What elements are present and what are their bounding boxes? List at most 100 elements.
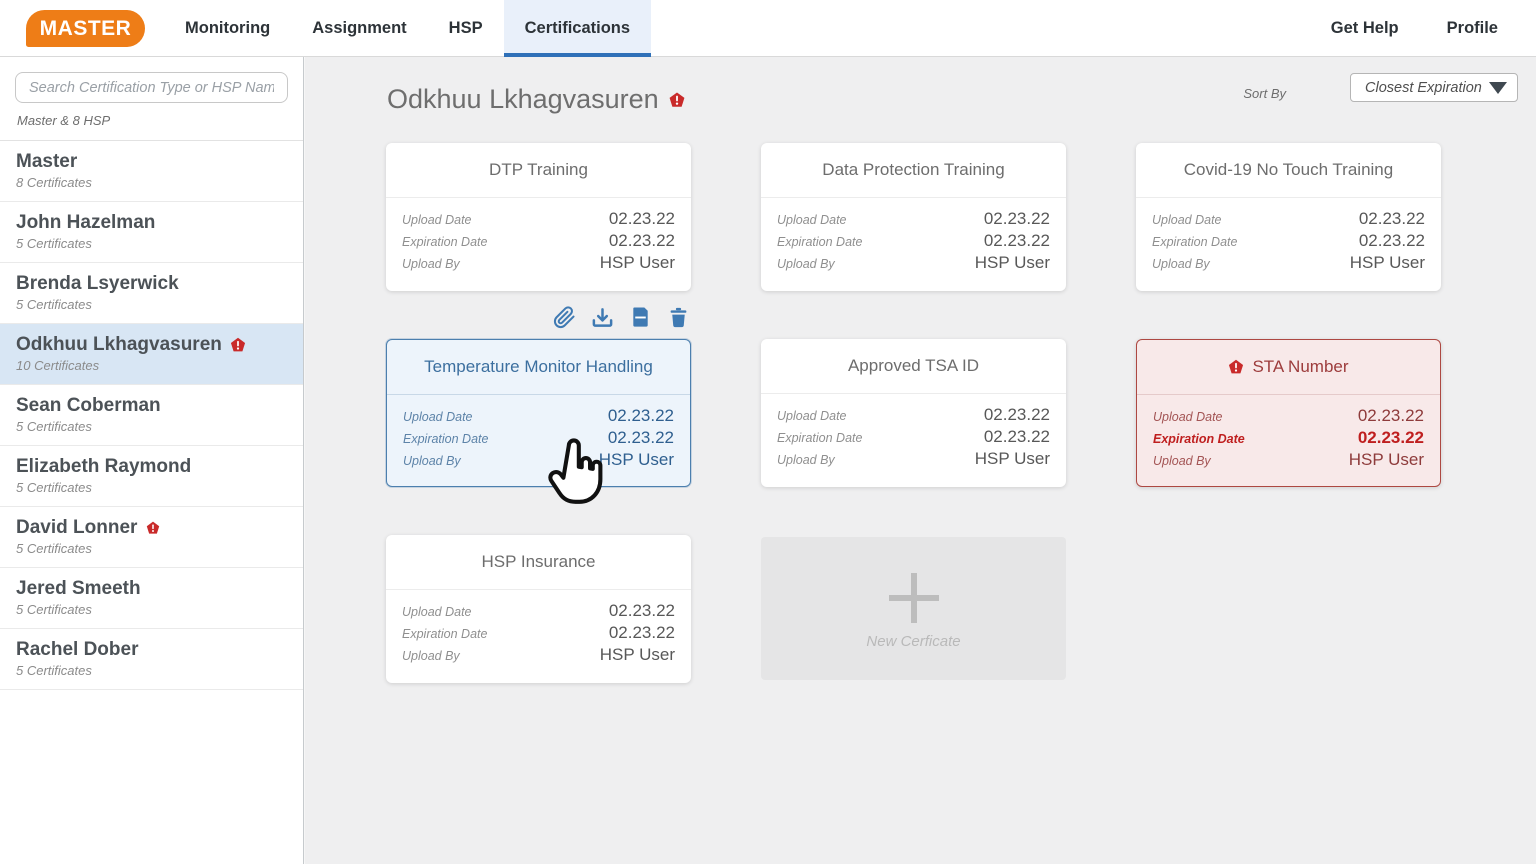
- upload-date-value: 02.23.22: [984, 405, 1050, 425]
- upload-date-label: Upload Date: [1153, 410, 1223, 424]
- card-covid19-no-touch-training[interactable]: Covid-19 No Touch Training Upload Date 02…: [1136, 143, 1441, 291]
- search-wrap: [0, 57, 303, 110]
- chevron-down-icon: [1489, 82, 1507, 94]
- search-input[interactable]: [15, 72, 288, 103]
- card-temperature-monitor-handling[interactable]: Temperature Monitor Handling Upload Date…: [386, 339, 691, 487]
- sidebar-item-name: Sean Coberman: [16, 395, 161, 417]
- sidebar-item-count: 5 Certificates: [16, 419, 287, 434]
- sidebar-item-name: John Hazelman: [16, 212, 155, 234]
- sidebar-item-jered-smeeth[interactable]: Jered Smeeth 5 Certificates: [0, 568, 303, 629]
- hsp-sidebar: Master & 8 HSP Master 8 Certificates Joh…: [0, 57, 304, 864]
- profile-link[interactable]: Profile: [1447, 19, 1498, 38]
- expiration-date-value: 02.23.22: [1359, 231, 1425, 251]
- expiration-date-value: 02.23.22: [608, 428, 674, 448]
- card-dtp-training[interactable]: DTP Training Upload Date 02.23.22 Expirat…: [386, 143, 691, 291]
- sidebar-item-count: 10 Certificates: [16, 358, 287, 373]
- upload-by-label: Upload By: [777, 453, 835, 467]
- upload-by-value: HSP User: [1349, 450, 1424, 470]
- upload-date-label: Upload Date: [402, 605, 472, 619]
- sidebar-item-elizabeth-raymond[interactable]: Elizabeth Raymond 5 Certificates: [0, 446, 303, 507]
- top-nav-bar: MASTER Monitoring Assignment HSP Certifi…: [0, 0, 1536, 57]
- upload-by-value: HSP User: [599, 450, 674, 470]
- expiration-date-label: Expiration Date: [402, 627, 487, 641]
- sidebar-caption: Master & 8 HSP: [0, 110, 303, 141]
- card-title: Temperature Monitor Handling: [387, 340, 690, 395]
- sidebar-item-count: 8 Certificates: [16, 175, 287, 190]
- card-approved-tsa-id[interactable]: Approved TSA ID Upload Date02.23.22 Expi…: [761, 339, 1066, 487]
- upload-by-value: HSP User: [975, 449, 1050, 469]
- card-sta-number[interactable]: STA Number Upload Date 02.23.22 Expiratio…: [1136, 339, 1441, 487]
- upload-by-label: Upload By: [403, 454, 461, 468]
- upload-date-value: 02.23.22: [984, 209, 1050, 229]
- card-title: HSP Insurance: [386, 535, 691, 590]
- new-certificate-button[interactable]: New Cerficate: [761, 537, 1066, 680]
- primary-nav: Monitoring Assignment HSP Certifications: [164, 0, 651, 57]
- sidebar-item-name: Brenda Lsyerwick: [16, 273, 179, 295]
- secondary-nav: Get Help Profile: [1331, 0, 1498, 57]
- certification-cards-grid: DTP Training Upload Date 02.23.22 Expirat…: [386, 143, 1441, 683]
- expiration-date-label: Expiration Date: [777, 431, 862, 445]
- expiration-date-value: 02.23.22: [984, 231, 1050, 251]
- expiration-date-label: Expiration Date: [777, 235, 862, 249]
- nav-item-assignment[interactable]: Assignment: [291, 0, 427, 57]
- sidebar-item-count: 5 Certificates: [16, 297, 287, 312]
- plus-icon: [883, 567, 945, 629]
- upload-date-label: Upload Date: [403, 410, 473, 424]
- upload-by-value: HSP User: [975, 253, 1050, 273]
- expiration-date-value: 02.23.22: [609, 623, 675, 643]
- upload-date-value: 02.23.22: [1359, 209, 1425, 229]
- upload-date-value: 02.23.22: [609, 601, 675, 621]
- sidebar-item-name: Odkhuu Lkhagvasuren: [16, 334, 222, 356]
- new-certificate-label: New Cerficate: [866, 633, 960, 650]
- nav-item-certifications[interactable]: Certifications: [504, 0, 651, 57]
- sidebar-item-count: 5 Certificates: [16, 541, 287, 556]
- upload-by-value: HSP User: [1350, 253, 1425, 273]
- upload-date-value: 02.23.22: [608, 406, 674, 426]
- alert-pentagon-icon: [146, 521, 160, 535]
- page-title-text: Odkhuu Lkhagvasuren: [387, 84, 659, 115]
- page-title: Odkhuu Lkhagvasuren: [387, 84, 685, 115]
- nav-item-hsp[interactable]: HSP: [428, 0, 504, 57]
- sidebar-item-rachel-dober[interactable]: Rachel Dober 5 Certificates: [0, 629, 303, 690]
- card-title: STA Number: [1137, 340, 1440, 395]
- sidebar-item-brenda-lsyerwick[interactable]: Brenda Lsyerwick 5 Certificates: [0, 263, 303, 324]
- sidebar-item-name: Jered Smeeth: [16, 578, 141, 600]
- sidebar-item-david-lonner[interactable]: David Lonner 5 Certificates: [0, 507, 303, 568]
- expiration-date-value: 02.23.22: [609, 231, 675, 251]
- upload-by-label: Upload By: [777, 257, 835, 271]
- sidebar-item-odkhuu-lkhagvasuren[interactable]: Odkhuu Lkhagvasuren 10 Certificates: [0, 324, 303, 385]
- card-hsp-insurance[interactable]: HSP Insurance Upload Date 02.23.22 Expira…: [386, 535, 691, 683]
- sort-dropdown[interactable]: Closest Expiration: [1350, 73, 1518, 102]
- nav-item-monitoring[interactable]: Monitoring: [164, 0, 291, 57]
- get-help-link[interactable]: Get Help: [1331, 19, 1399, 38]
- expiration-date-label: Expiration Date: [1152, 235, 1237, 249]
- sidebar-item-john-hazelman[interactable]: John Hazelman 5 Certificates: [0, 202, 303, 263]
- sidebar-item-name: Rachel Dober: [16, 639, 138, 661]
- expiration-date-label: Expiration Date: [1153, 432, 1245, 446]
- sort-by-label: Sort By: [1243, 80, 1286, 108]
- upload-date-label: Upload Date: [1152, 213, 1222, 227]
- sidebar-item-count: 5 Certificates: [16, 236, 287, 251]
- sidebar-item-name: Elizabeth Raymond: [16, 456, 191, 478]
- expiration-date-label: Expiration Date: [402, 235, 487, 249]
- master-logo[interactable]: MASTER: [26, 10, 145, 47]
- card-title: Data Protection Training: [761, 143, 1066, 198]
- alert-pentagon-icon: [668, 91, 685, 108]
- app-root: MASTER Monitoring Assignment HSP Certifi…: [0, 0, 1536, 864]
- upload-by-label: Upload By: [1153, 454, 1211, 468]
- sidebar-item-count: 5 Certificates: [16, 480, 287, 495]
- sidebar-item-count: 5 Certificates: [16, 602, 287, 617]
- upload-date-label: Upload Date: [402, 213, 472, 227]
- alert-pentagon-icon: [1228, 359, 1244, 375]
- expiration-date-value: 02.23.22: [984, 427, 1050, 447]
- card-data-protection-training[interactable]: Data Protection Training Upload Date02.2…: [761, 143, 1066, 291]
- upload-by-label: Upload By: [1152, 257, 1210, 271]
- card-title: Covid-19 No Touch Training: [1136, 143, 1441, 198]
- alert-pentagon-icon: [230, 337, 246, 353]
- card-title: DTP Training: [386, 143, 691, 198]
- sort-dropdown-value: Closest Expiration: [1365, 80, 1482, 96]
- sidebar-item-master[interactable]: Master 8 Certificates: [0, 141, 303, 202]
- upload-date-value: 02.23.22: [609, 209, 675, 229]
- sidebar-item-sean-coberman[interactable]: Sean Coberman 5 Certificates: [0, 385, 303, 446]
- expiration-date-value: 02.23.22: [1358, 428, 1424, 448]
